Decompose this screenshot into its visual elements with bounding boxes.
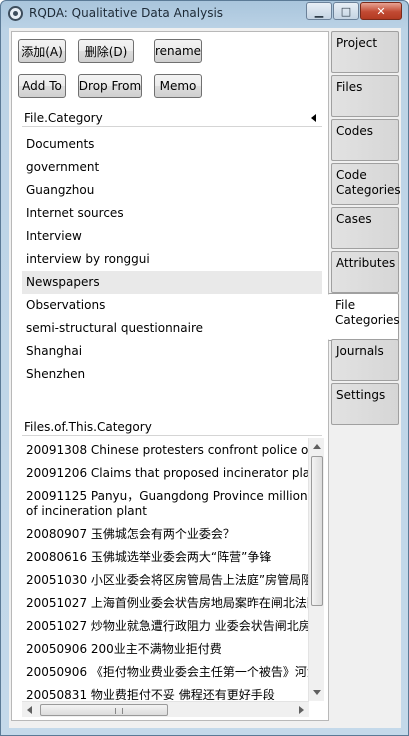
- category-list-item[interactable]: Shanghai: [22, 340, 322, 363]
- scroll-right-arrow-icon[interactable]: [299, 706, 304, 714]
- horizontal-scroll-thumb[interactable]: [40, 704, 168, 716]
- file-list-item-text: 20051027 上海首例业委会状告房地局案昨在闸北法院: [26, 596, 309, 610]
- scroll-up-arrow-icon[interactable]: [313, 444, 321, 449]
- category-list-item[interactable]: interview by ronggui: [22, 248, 322, 271]
- category-list-item[interactable]: Shenzhen: [22, 363, 322, 386]
- maximize-button[interactable]: □: [333, 2, 359, 20]
- file-list-item[interactable]: 20091308 Chinese protesters confront pol…: [22, 439, 309, 462]
- add-button[interactable]: 添加(A): [18, 39, 66, 63]
- file-list-item-text: 20091125 Panyu，Guangdong Province millio…: [26, 489, 309, 503]
- files-horizontal-scrollbar[interactable]: [22, 701, 309, 717]
- file-list-item-text: 20050906 《拒付物业费业委会主任第一个被告》河滨: [26, 665, 309, 679]
- close-button[interactable]: ✕: [360, 2, 402, 20]
- file-list-item-text: 20051027 炒物业就急遭行政阻力 业委会状告闸北房: [26, 619, 309, 633]
- files-vertical-scrollbar[interactable]: [308, 438, 324, 701]
- file-list-item-text: 20091308 Chinese protesters confront pol…: [26, 443, 309, 457]
- category-list-item[interactable]: Newspapers: [22, 271, 322, 294]
- collapse-arrow-icon[interactable]: [311, 114, 316, 122]
- file-list-item[interactable]: 20051030 小区业委会将区房管局告上法庭”房管局阻止: [22, 569, 309, 592]
- tab-journals[interactable]: Journals: [331, 339, 399, 381]
- file-list-item-text: 20080616 玉佛城选举业委会两大“阵营”争锋: [26, 550, 272, 564]
- file-list-item[interactable]: 20050906 《拒付物业费业委会主任第一个被告》河滨: [22, 661, 309, 684]
- scroll-left-arrow-icon[interactable]: [27, 706, 32, 714]
- app-window: RQDA: Qualitative Data Analysis ▁ □ ✕ 添加…: [0, 0, 409, 736]
- file-list-item[interactable]: 20050906 200业主不满物业拒付费: [22, 638, 309, 661]
- tab-files[interactable]: Files: [331, 75, 399, 117]
- file-list-item[interactable]: 20080907 玉佛城怎会有两个业委会？: [22, 523, 309, 546]
- file-list-item-text: 20050831 物业费拒付不妥 佛程还有更好手段: [26, 688, 275, 700]
- category-list-item[interactable]: Internet sources: [22, 202, 322, 225]
- file-list-item[interactable]: 20080616 玉佛城选举业委会两大“阵营”争锋: [22, 546, 309, 569]
- file-list-item[interactable]: 20051027 炒物业就急遭行政阻力 业委会状告闸北房: [22, 615, 309, 638]
- file-category-header[interactable]: File.Category: [22, 110, 322, 127]
- scroll-grip-icon: [115, 708, 123, 714]
- file-categories-panel: 添加(A) 删除(D) rename Add To Drop From Memo…: [11, 31, 329, 721]
- memo-button[interactable]: Memo: [154, 74, 202, 98]
- title-bar[interactable]: RQDA: Qualitative Data Analysis ▁ □ ✕: [1, 1, 408, 27]
- minimize-button[interactable]: ▁: [306, 2, 332, 20]
- file-list-item-text: 20050906 200业主不满物业拒付费: [26, 642, 222, 656]
- add-to-button[interactable]: Add To: [18, 74, 66, 98]
- category-list-item[interactable]: Documents: [22, 133, 322, 156]
- category-list-item[interactable]: government: [22, 156, 322, 179]
- category-list: Documents government Guangzhou Internet sou…: [22, 133, 322, 386]
- category-list-item[interactable]: Observations: [22, 294, 322, 317]
- file-list-item-text: of incineration plant: [26, 504, 147, 518]
- tab-code-categories[interactable]: Code Categories: [331, 163, 401, 205]
- tab-codes[interactable]: Codes: [331, 119, 399, 161]
- category-list-item[interactable]: semi-structural questionnaire: [22, 317, 322, 340]
- category-list-item[interactable]: Guangzhou: [22, 179, 322, 202]
- tab-cases[interactable]: Cases: [331, 207, 399, 249]
- file-list-item-text: 20080907 玉佛城怎会有两个业委会？: [26, 527, 235, 541]
- file-list-item[interactable]: 20091125 Panyu，Guangdong Province millio…: [22, 485, 309, 523]
- files-of-category-header-label: Files.of.This.Category: [24, 420, 152, 434]
- file-category-header-label: File.Category: [24, 111, 103, 125]
- file-list-item-text: 20091206 Claims that proposed incinerato…: [26, 466, 309, 480]
- window-controls: ▁ □ ✕: [305, 2, 402, 20]
- window-title: RQDA: Qualitative Data Analysis: [29, 6, 224, 20]
- tab-settings[interactable]: Settings: [331, 383, 399, 425]
- client-area: 添加(A) 删除(D) rename Add To Drop From Memo…: [9, 28, 401, 728]
- scroll-down-arrow-icon[interactable]: [313, 690, 321, 695]
- tab-file-categories[interactable]: File Categories: [328, 293, 400, 341]
- category-list-item[interactable]: Interview: [22, 225, 322, 248]
- tab-attributes[interactable]: Attributes: [331, 251, 399, 293]
- file-list-item[interactable]: 20091206 Claims that proposed incinerato…: [22, 462, 309, 485]
- file-list-item[interactable]: 20051027 上海首例业委会状告房地局案昨在闸北法院: [22, 592, 309, 615]
- delete-button[interactable]: 删除(D): [78, 39, 134, 63]
- tab-project[interactable]: Project: [331, 31, 399, 73]
- drop-from-button[interactable]: Drop From: [78, 74, 142, 98]
- vertical-scroll-thumb[interactable]: [311, 456, 323, 606]
- files-list: 20091308 Chinese protesters confront pol…: [22, 439, 309, 700]
- file-list-item-text: 20051030 小区业委会将区房管局告上法庭”房管局阻止: [26, 573, 309, 587]
- rename-button[interactable]: rename: [154, 39, 202, 63]
- file-list-item[interactable]: 20050831 物业费拒付不妥 佛程还有更好手段: [22, 684, 309, 700]
- rqda-app-icon: [8, 6, 23, 21]
- files-of-category-header[interactable]: Files.of.This.Category: [22, 419, 322, 436]
